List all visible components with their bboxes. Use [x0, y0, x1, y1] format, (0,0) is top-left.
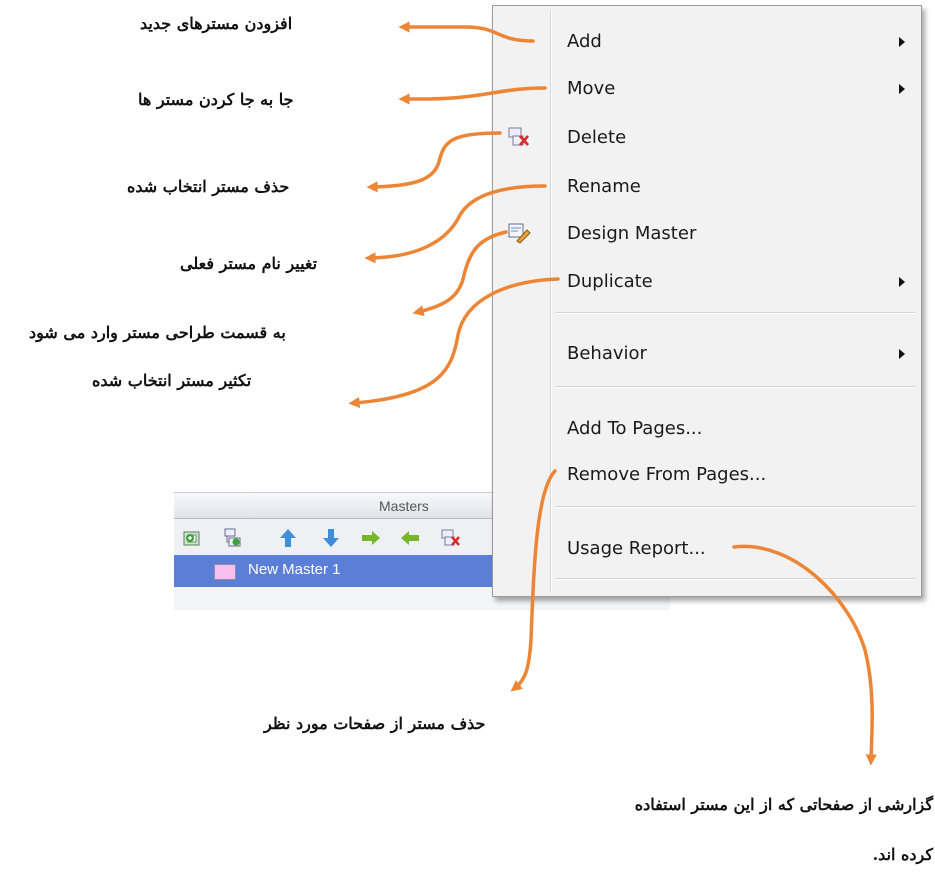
- arrow-delete: [366, 131, 502, 193]
- arrow-duplicate: [348, 277, 560, 409]
- annotation-remove-from-pages: حذف مستر از صفحات مورد نظر: [264, 714, 486, 733]
- annotation-move: جا به جا کردن مستر ها: [138, 90, 294, 109]
- annotation-delete: حذف مستر انتخاب شده: [127, 177, 290, 196]
- arrow-rename: [364, 184, 547, 264]
- arrow-usage-report: [732, 544, 877, 766]
- annotation-rename: تغییر نام مستر فعلی: [180, 254, 318, 273]
- arrow-add: [398, 21, 535, 43]
- annotation-usage-report-line2: کرده اند.: [872, 845, 933, 864]
- arrow-move: [398, 86, 547, 105]
- annotation-add: افزودن مسترهای جدید: [140, 14, 293, 33]
- annotation-arrows: [348, 21, 877, 766]
- annotation-usage-report-line1: گزارشی از صفحاتی که از این مستر استفاده: [634, 795, 933, 814]
- annotation-design: به قسمت طراحی مستر وارد می شود: [29, 323, 286, 342]
- annotation-duplicate: تکثیر مستر انتخاب شده: [92, 371, 252, 390]
- arrow-remove-from-pages: [510, 469, 557, 692]
